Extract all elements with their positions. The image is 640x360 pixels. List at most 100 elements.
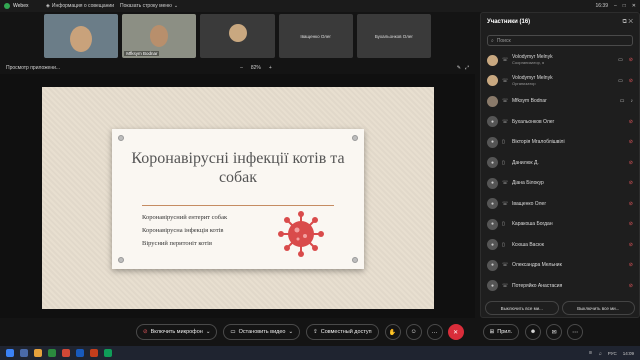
list-item[interactable]: ☏ Volodymyr Melnyk Организатор ▭ ⊘ xyxy=(481,71,639,92)
mic-muted-icon[interactable]: ⊘ xyxy=(629,201,633,207)
participant-name: Вікторія Мгалоблішвілі xyxy=(512,139,565,146)
video-button[interactable]: ▭ Остановить видео ⌄ xyxy=(223,324,301,340)
mic-muted-icon[interactable]: ⊘ xyxy=(629,180,633,186)
expand-icon[interactable]: ⤢ xyxy=(465,65,469,71)
participant-name: Олександра Мельник xyxy=(512,262,562,269)
avatar: ● xyxy=(487,116,498,128)
slide-title: Коронавірусні інфекції котів та собак xyxy=(131,150,345,186)
popout-icon[interactable]: ⧉ xyxy=(622,19,626,25)
avatar xyxy=(487,54,498,66)
video-tiles: Mfksym Bodnar Іващенко Олег Бухальонков … xyxy=(0,12,475,60)
phone-icon: ☏ xyxy=(502,282,509,289)
volume-icon[interactable]: ♫ xyxy=(598,351,601,356)
more-icon: … xyxy=(431,329,438,335)
participant-name: Ксюша Васюк xyxy=(512,241,544,248)
avatar: ● xyxy=(487,198,498,210)
list-item[interactable]: ☏ Mfksym Bodnar ▭ ♪ xyxy=(481,91,639,112)
list-item[interactable]: ● ☏ Олександра Мельник ⊘ xyxy=(481,255,639,276)
minimize-icon[interactable]: – xyxy=(614,3,617,9)
slide-card: Коронавірусні інфекції котів та собак Ко… xyxy=(112,129,364,269)
list-item[interactable]: ● ☏ Потеряйко Анастасия ⊘ xyxy=(481,276,639,297)
hand-icon: ✋ xyxy=(388,329,397,336)
mic-icon[interactable]: ♪ xyxy=(631,98,634,104)
maximize-icon[interactable]: □ xyxy=(623,3,626,9)
browser-icon[interactable] xyxy=(48,349,56,357)
mic-muted-icon[interactable]: ⊘ xyxy=(629,119,633,125)
panel-controls: ⧉ ✕ xyxy=(622,19,633,26)
list-item[interactable]: ● ☏ Бухальонков Олег ⊘ xyxy=(481,112,639,133)
mail-icon[interactable] xyxy=(62,349,70,357)
phone-icon: ☏ xyxy=(502,98,509,105)
share-button[interactable]: ⇪ Совместный доступ xyxy=(306,324,379,340)
video-icon[interactable]: ▭ xyxy=(620,98,625,104)
search-icon[interactable] xyxy=(20,349,28,357)
close-icon[interactable]: ✕ xyxy=(628,19,633,25)
mic-muted-icon[interactable]: ⊘ xyxy=(629,221,633,227)
tile-name: Іващенко Олег xyxy=(300,33,332,39)
webex-taskbar-icon[interactable] xyxy=(104,349,112,357)
video-tile[interactable]: Іващенко Олег xyxy=(278,14,353,58)
mic-muted-icon[interactable]: ⊘ xyxy=(629,139,633,145)
list-item[interactable]: ● ▯ Данилюк Д. ⊘ xyxy=(481,153,639,174)
mic-muted-icon[interactable]: ⊘ xyxy=(629,78,633,84)
wifi-icon[interactable]: ≋ xyxy=(589,350,593,356)
zoom-out-button[interactable]: – xyxy=(240,65,243,71)
video-icon[interactable]: ▭ xyxy=(618,57,623,63)
show-menu-button[interactable]: Показать строку меню ⌄ xyxy=(120,3,178,9)
avatar: ● xyxy=(487,259,498,271)
apps-button[interactable]: ⊞ Прил. xyxy=(482,324,520,340)
mic-muted-icon[interactable]: ⊘ xyxy=(629,283,633,289)
mic-muted-icon[interactable]: ⊘ xyxy=(629,262,633,268)
list-item[interactable]: ● ▯ Вікторія Мгалоблішвілі ⊘ xyxy=(481,132,639,153)
chat-toggle[interactable]: ✉ xyxy=(546,324,563,340)
avatar: ● xyxy=(487,177,498,189)
more-options-button[interactable]: ⋯ xyxy=(567,324,584,340)
video-tile[interactable] xyxy=(44,14,119,58)
mute-all-button[interactable]: Выключить все ми... xyxy=(485,301,559,315)
taskbar-clock[interactable]: 14:09 xyxy=(623,351,634,356)
mic-button[interactable]: ⊘ Включить микрофон ⌄ xyxy=(136,324,218,340)
language-indicator[interactable]: РУС xyxy=(608,351,617,356)
participants-toggle[interactable]: ☻ xyxy=(525,324,542,340)
participant-name: Діана Білокур xyxy=(512,180,544,187)
video-tile[interactable]: Бухальонков Олег xyxy=(356,14,432,58)
participant-name: Данилюк Д. xyxy=(512,159,539,166)
meeting-info-button[interactable]: ◈ Информация о совещании xyxy=(46,3,114,9)
list-item[interactable]: ● ☏ Діана Білокур ⊘ xyxy=(481,173,639,194)
list-item[interactable]: ● ☏ Іващенко Олег ⊘ xyxy=(481,194,639,215)
slide-bullet: Вірусний перитоніт котів xyxy=(142,240,213,247)
unmute-all-button[interactable]: Выключить все ми... xyxy=(561,301,635,315)
video-tile[interactable]: Mfksym Bodnar xyxy=(122,14,197,58)
video-icon[interactable]: ▭ xyxy=(618,78,623,84)
pen-icon[interactable]: ✎ xyxy=(457,65,461,71)
video-tile[interactable] xyxy=(200,14,275,58)
list-item[interactable]: ● ▯ Каракоша Богдан ⊘ xyxy=(481,214,639,235)
start-icon[interactable] xyxy=(6,349,14,357)
chevron-down-icon: ⌄ xyxy=(288,329,294,335)
leave-button[interactable]: ✕ xyxy=(447,324,464,340)
slide-bullet: Коронавірусна інфекція котів xyxy=(142,227,224,234)
folder-icon[interactable] xyxy=(34,349,42,357)
mic-muted-icon[interactable]: ⊘ xyxy=(629,57,633,63)
emoji-button[interactable]: ☺ xyxy=(405,324,422,340)
powerpoint-icon[interactable] xyxy=(90,349,98,357)
search-input[interactable]: ⌕ Поиск xyxy=(487,35,633,46)
chevron-down-icon: ⌄ xyxy=(205,329,211,335)
system-tray: ≋ ♫ РУС 14:09 xyxy=(589,350,634,356)
list-item[interactable]: ☏ Volodymyr Melnyk Соорганизатор, я ▭ ⊘ xyxy=(481,50,639,71)
word-icon[interactable] xyxy=(76,349,84,357)
participants-title: Участники (16) xyxy=(487,19,531,25)
close-icon[interactable]: ✕ xyxy=(632,3,636,9)
mic-muted-icon: ⊘ xyxy=(143,329,148,335)
mic-muted-icon[interactable]: ⊘ xyxy=(629,242,633,248)
avatar xyxy=(228,24,247,42)
app-name: Webex xyxy=(13,3,29,9)
more-button[interactable]: … xyxy=(426,324,443,340)
share-label: Просмотр приложени... xyxy=(6,65,61,71)
mic-muted-icon[interactable]: ⊘ xyxy=(629,160,633,166)
reactions-button[interactable]: ✋ xyxy=(384,324,401,340)
mobile-icon: ▯ xyxy=(502,159,505,166)
list-item[interactable]: ● ▯ Ксюша Васюк ⊘ xyxy=(481,235,639,256)
zoom-in-button[interactable]: + xyxy=(269,65,272,71)
share-label: Совместный доступ xyxy=(320,329,372,335)
